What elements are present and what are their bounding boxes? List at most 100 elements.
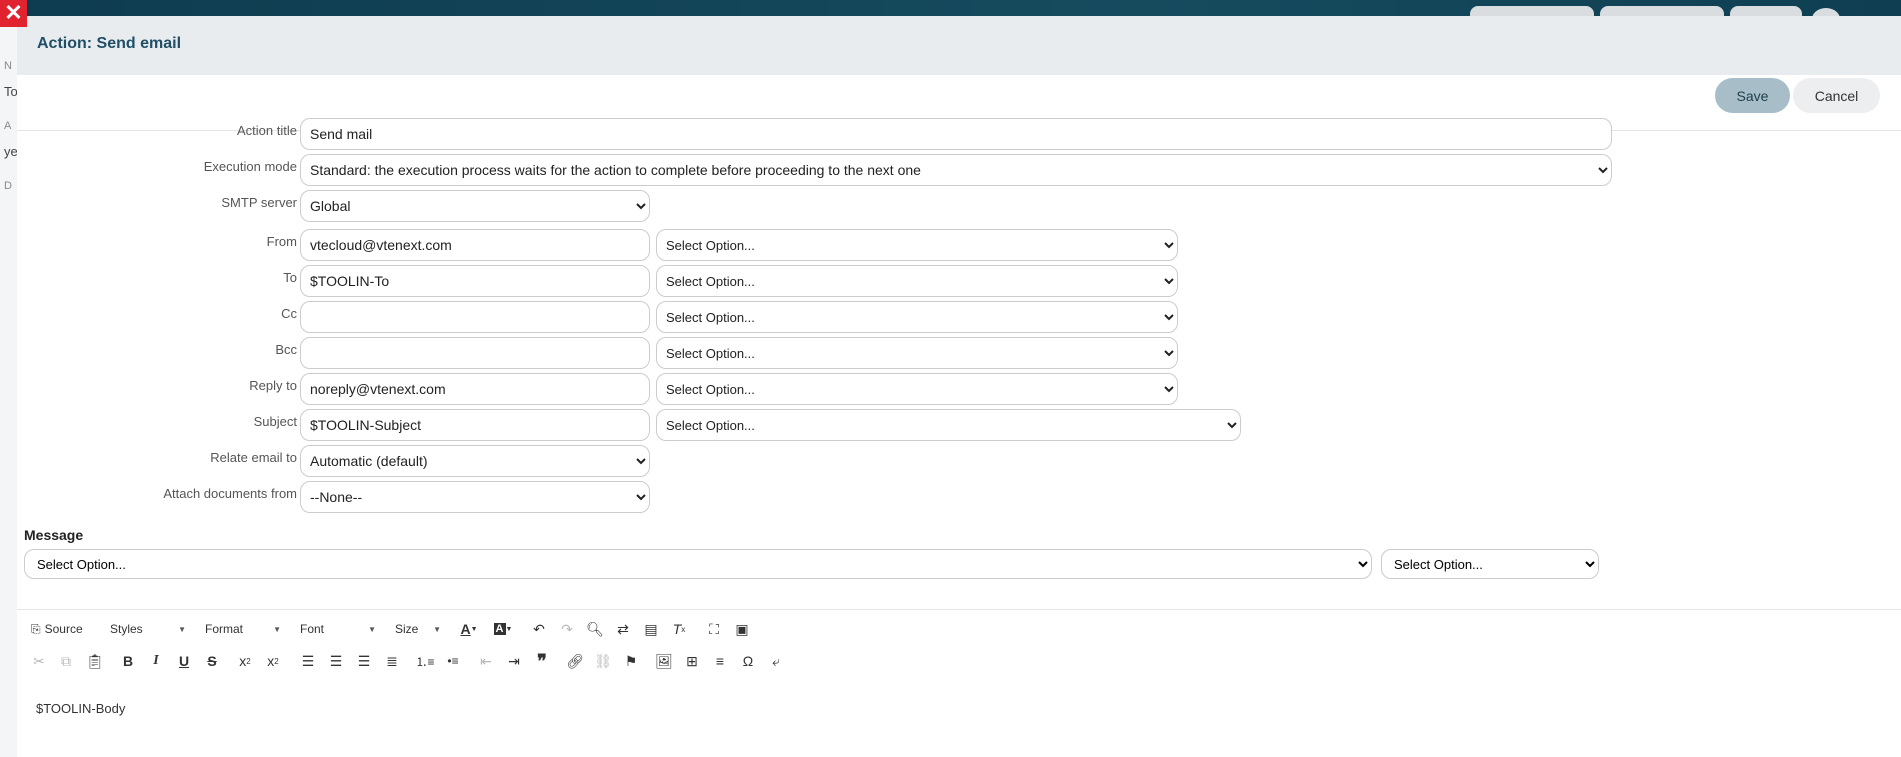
- source-button[interactable]: ⎘ Source: [31, 618, 83, 640]
- image-icon[interactable]: 🖼︎: [653, 650, 675, 672]
- reply-to-row: Reply to Select Option...: [17, 373, 1901, 405]
- chevron-down-icon: ▼: [178, 624, 186, 634]
- styles-label: Styles: [110, 622, 143, 636]
- bold-icon[interactable]: B: [117, 650, 139, 672]
- action-title-input[interactable]: [300, 118, 1612, 150]
- align-center-icon[interactable]: ☰: [325, 650, 347, 672]
- modal-title: Action: Send email: [37, 35, 182, 52]
- cut-icon[interactable]: ✂: [28, 650, 50, 672]
- message-body[interactable]: $TOOLIN-Body: [36, 701, 125, 716]
- special-character-icon[interactable]: Ω: [737, 650, 759, 672]
- subject-variable-select[interactable]: Select Option...: [656, 409, 1241, 441]
- source-icon: ⎘: [31, 621, 41, 636]
- redo-icon[interactable]: ↷: [556, 618, 578, 640]
- font-label: Font: [300, 622, 325, 636]
- relate-email-label: Relate email to: [210, 450, 297, 465]
- underline-icon[interactable]: U: [173, 650, 195, 672]
- superscript-icon[interactable]: x2: [262, 650, 284, 672]
- action-title-row: Action title: [17, 118, 1901, 150]
- to-input[interactable]: [300, 265, 650, 297]
- attach-documents-select[interactable]: --None--: [300, 481, 650, 513]
- format-label: Format: [205, 622, 244, 636]
- unlink-icon[interactable]: ⛓: [592, 650, 614, 672]
- find-icon[interactable]: 🔍︎: [584, 618, 606, 640]
- close-icon[interactable]: ✕: [0, 0, 27, 27]
- justify-icon[interactable]: ≣: [381, 650, 403, 672]
- undo-icon[interactable]: ↶: [528, 618, 550, 640]
- source-label: Source: [44, 622, 83, 636]
- background-page-strip: N To A ye D: [0, 16, 18, 757]
- background-color-icon[interactable]: A ▼: [489, 618, 517, 640]
- reply-to-input[interactable]: [300, 373, 650, 405]
- link-icon[interactable]: 🔗︎: [564, 650, 586, 672]
- outdent-icon[interactable]: ⇤: [475, 650, 497, 672]
- action-title-label: Action title: [237, 123, 297, 138]
- strikethrough-icon[interactable]: S: [201, 650, 223, 672]
- background-letter: A: [4, 120, 12, 132]
- subject-label: Subject: [253, 414, 297, 429]
- from-variable-select[interactable]: Select Option...: [656, 229, 1178, 261]
- size-dropdown[interactable]: Size ▼: [395, 618, 441, 640]
- bcc-row: Bcc Select Option...: [17, 337, 1901, 369]
- bcc-label: Bcc: [275, 342, 297, 357]
- align-left-icon[interactable]: ☰: [297, 650, 319, 672]
- maximize-icon[interactable]: ⛶: [703, 618, 725, 640]
- from-label: From: [266, 234, 297, 249]
- relate-email-select[interactable]: Automatic (default): [300, 445, 650, 477]
- to-row: To Select Option...: [17, 265, 1901, 297]
- anchor-icon[interactable]: ⚑: [620, 650, 642, 672]
- select-all-icon[interactable]: ▤: [640, 618, 662, 640]
- page-break-icon[interactable]: ⤶: [765, 650, 787, 672]
- subject-row: Subject Select Option...: [17, 409, 1901, 441]
- smtp-server-select[interactable]: Global: [300, 190, 650, 222]
- remove-format-icon[interactable]: Tx: [668, 618, 690, 640]
- background-letter: D: [4, 180, 12, 192]
- styles-dropdown[interactable]: Styles ▼: [110, 618, 186, 640]
- chevron-down-icon: ▼: [368, 624, 376, 634]
- blockquote-icon[interactable]: ❞: [531, 650, 553, 672]
- bcc-input[interactable]: [300, 337, 650, 369]
- subject-input[interactable]: [300, 409, 650, 441]
- message-variable-select[interactable]: Select Option...: [24, 549, 1372, 579]
- save-button[interactable]: Save: [1715, 78, 1790, 113]
- chevron-down-icon: ▼: [433, 624, 441, 634]
- relate-email-row: Relate email to Automatic (default): [17, 445, 1901, 477]
- chevron-down-icon: ▼: [273, 624, 281, 634]
- cc-label: Cc: [281, 306, 297, 321]
- italic-icon[interactable]: I: [145, 650, 167, 672]
- message-title: Message: [24, 527, 84, 543]
- size-label: Size: [395, 622, 419, 636]
- format-dropdown[interactable]: Format ▼: [205, 618, 281, 640]
- from-input[interactable]: [300, 229, 650, 261]
- execution-mode-select[interactable]: Standard: the execution process waits fo…: [300, 154, 1612, 186]
- table-icon[interactable]: ⊞: [681, 650, 703, 672]
- background-letter: N: [4, 60, 12, 72]
- attach-documents-row: Attach documents from --None--: [17, 481, 1901, 513]
- cc-input[interactable]: [300, 301, 650, 333]
- show-blocks-icon[interactable]: ▣: [731, 618, 753, 640]
- reply-to-label: Reply to: [249, 378, 297, 393]
- attach-documents-label: Attach documents from: [163, 486, 297, 501]
- editor-divider: [17, 609, 1901, 610]
- horizontal-line-icon[interactable]: ≡: [709, 650, 731, 672]
- numbered-list-icon[interactable]: ⒈≡: [414, 650, 436, 672]
- to-variable-select[interactable]: Select Option...: [656, 265, 1178, 297]
- indent-icon[interactable]: ⇥: [503, 650, 525, 672]
- cc-variable-select[interactable]: Select Option...: [656, 301, 1178, 333]
- execution-mode-label: Execution mode: [203, 159, 297, 174]
- align-right-icon[interactable]: ☰: [353, 650, 375, 672]
- reply-to-variable-select[interactable]: Select Option...: [656, 373, 1178, 405]
- replace-icon[interactable]: ⇄: [612, 618, 634, 640]
- background-letter: To: [4, 84, 18, 99]
- paste-icon[interactable]: 📋︎: [84, 650, 106, 672]
- copy-icon[interactable]: ⧉: [55, 650, 77, 672]
- message-secondary-select[interactable]: Select Option...: [1381, 549, 1599, 579]
- background-letter: ye: [4, 144, 18, 159]
- bulleted-list-icon[interactable]: •≡: [442, 650, 464, 672]
- text-color-icon[interactable]: A ▼: [455, 618, 483, 640]
- cancel-button[interactable]: Cancel: [1793, 78, 1880, 113]
- subscript-icon[interactable]: x2: [234, 650, 256, 672]
- modal-header: Action: Send email: [17, 16, 1901, 75]
- bcc-variable-select[interactable]: Select Option...: [656, 337, 1178, 369]
- font-dropdown[interactable]: Font ▼: [300, 618, 376, 640]
